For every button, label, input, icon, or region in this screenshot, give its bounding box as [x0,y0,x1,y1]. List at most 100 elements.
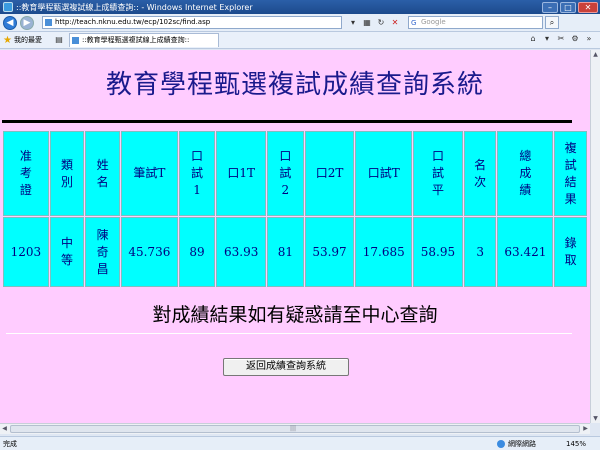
header-cell: 總成績 [497,131,554,216]
forward-button[interactable]: ▶ [20,15,34,30]
scroll-up-icon[interactable]: ▲ [591,50,600,59]
header-label: 總成績 [519,149,532,197]
dropdown-icon[interactable]: ▾ [348,18,358,28]
stop-icon[interactable]: ✕ [390,18,400,28]
cell-value: 81 [277,244,293,259]
header-cell: 准考證 [3,131,49,216]
header-cell: 姓名 [85,131,120,216]
header-label: 筆試T [133,166,166,180]
cell-value: 58.95 [420,244,456,259]
cell-value: 中等 [61,236,74,267]
favorites-button[interactable]: ★ 我的最愛 [3,35,42,46]
address-url: http://teach.nknu.edu.tw/ecp/102sc/find.… [55,18,211,26]
back-button[interactable]: ◀ [3,15,17,30]
close-button[interactable]: ✕ [578,1,598,13]
header-cell: 複試結果 [554,131,587,216]
tab-title: ::教育學程甄選複試線上成績查詢:: [81,36,190,44]
header-cell: 類別 [49,131,85,216]
table-cell: 58.95 [413,217,463,287]
feeds-icon[interactable]: ▾ [542,34,552,44]
table-cell: 陳奇昌 [85,217,120,287]
cell-value: 45.736 [128,244,171,259]
table-cell: 53.97 [304,217,355,287]
notice-divider [6,333,572,334]
page-icon [71,37,79,44]
table-cell: 89 [178,217,216,287]
page-viewport: 教育學程甄選複試成績查詢系統 准考證 類別 姓名 筆試T 口試1 口1T 口試2 口2T 口試T… [0,50,590,423]
status-bar: 完成 網際網路 145% [0,436,600,450]
cell-value: 63.93 [224,244,259,259]
table-cell: 81 [267,217,304,287]
title-divider [2,120,572,123]
settings-icon[interactable]: ⚙ [570,34,580,44]
cell-value: 錄取 [564,236,577,267]
header-label: 類別 [61,157,74,189]
header-label: 口試平 [431,149,444,197]
return-button[interactable]: 返回成績查詢系統 [223,358,349,376]
address-input[interactable]: http://teach.nknu.edu.tw/ecp/102sc/find.… [42,16,342,29]
header-label: 複試結果 [564,140,577,206]
header-label: 口試2 [279,149,292,197]
table-cell: 錄取 [554,217,587,287]
address-toolbar: ◀ ▶ http://teach.nknu.edu.tw/ecp/102sc/f… [0,14,600,32]
search-input[interactable]: G Google [408,16,543,29]
cell-value: 53.97 [312,244,347,259]
globe-icon [496,439,505,448]
security-zone[interactable]: 網際網路 [496,439,536,449]
cell-value: 89 [189,244,205,259]
refresh-icon[interactable]: ↻ [376,18,386,28]
compat-view-icon[interactable]: ▦ [362,18,372,28]
tools-icon[interactable]: ✂ [556,34,566,44]
google-icon: G [411,19,417,27]
table-cell: 中等 [49,217,85,287]
cell-value: 17.685 [362,244,405,259]
zone-label: 網際網路 [507,439,536,448]
cell-value: 陳奇昌 [96,227,109,276]
header-label: 口2T [315,166,344,180]
ie-logo-icon [3,2,13,12]
scroll-left-icon[interactable]: ◀ [0,424,9,434]
favorites-label: 我的最愛 [13,36,42,44]
header-label: 名次 [474,157,487,189]
scroll-right-icon[interactable]: ▶ [581,424,590,434]
table-cell: 63.93 [216,217,267,287]
header-cell: 名次 [463,131,497,216]
header-cell: 口試1 [178,131,216,216]
cell-value: 3 [476,244,484,259]
header-label: 准考證 [19,149,32,197]
table-row: 1203 中等 陳奇昌 45.736 89 63.93 81 53.97 17.685 58.95… [3,217,587,287]
star-icon: ★ [3,34,12,46]
scroll-grip-icon: ||| [290,425,297,432]
page-title: 教育學程甄選複試成績查詢系統 [105,70,484,100]
table-cell: 45.736 [120,217,178,287]
scroll-down-icon[interactable]: ▼ [591,414,600,423]
header-label: 口試1 [191,149,204,197]
horizontal-scrollbar[interactable]: ◀ ||| ▶ [0,423,590,434]
window-titlebar: ::教育學程甄選複試線上成績查詢:: - Windows Internet Ex… [0,0,600,14]
vertical-scrollbar[interactable]: ▲ ▼ [590,50,600,423]
status-text: 完成 [3,439,17,448]
zoom-level[interactable]: 145% [566,440,586,448]
cell-value: 1203 [10,244,42,259]
search-button[interactable]: ⌕ [545,16,559,29]
search-placeholder: Google [421,18,446,26]
header-cell: 口試2 [267,131,304,216]
browser-tab[interactable]: ::教育學程甄選複試線上成績查詢:: [68,33,219,47]
cell-value: 63.421 [504,244,547,259]
quick-tabs-icon[interactable]: ▤ [54,35,64,45]
score-table: 准考證 類別 姓名 筆試T 口試1 口1T 口試2 口2T 口試T 口試平 名次 總成績 複試結果 12… [2,130,588,288]
table-header-row: 准考證 類別 姓名 筆試T 口試1 口1T 口試2 口2T 口試T 口試平 名次 總成績 複試結果 [3,131,587,216]
minimize-button[interactable]: – [542,1,558,13]
header-label: 口1T [227,166,255,180]
table-cell: 1203 [3,217,49,287]
header-cell: 口試T [355,131,413,216]
notice-text: 對成績結果如有疑惑請至中心查詢 [152,304,438,326]
window-title: ::教育學程甄選複試線上成績查詢:: - Windows Internet Ex… [16,2,253,12]
maximize-button[interactable]: □ [560,1,576,13]
more-icon[interactable]: » [584,34,594,44]
page-icon [45,19,52,26]
header-cell: 口1T [216,131,267,216]
table-cell: 3 [463,217,497,287]
home-icon[interactable]: ⌂ [528,34,538,44]
table-cell: 17.685 [355,217,413,287]
